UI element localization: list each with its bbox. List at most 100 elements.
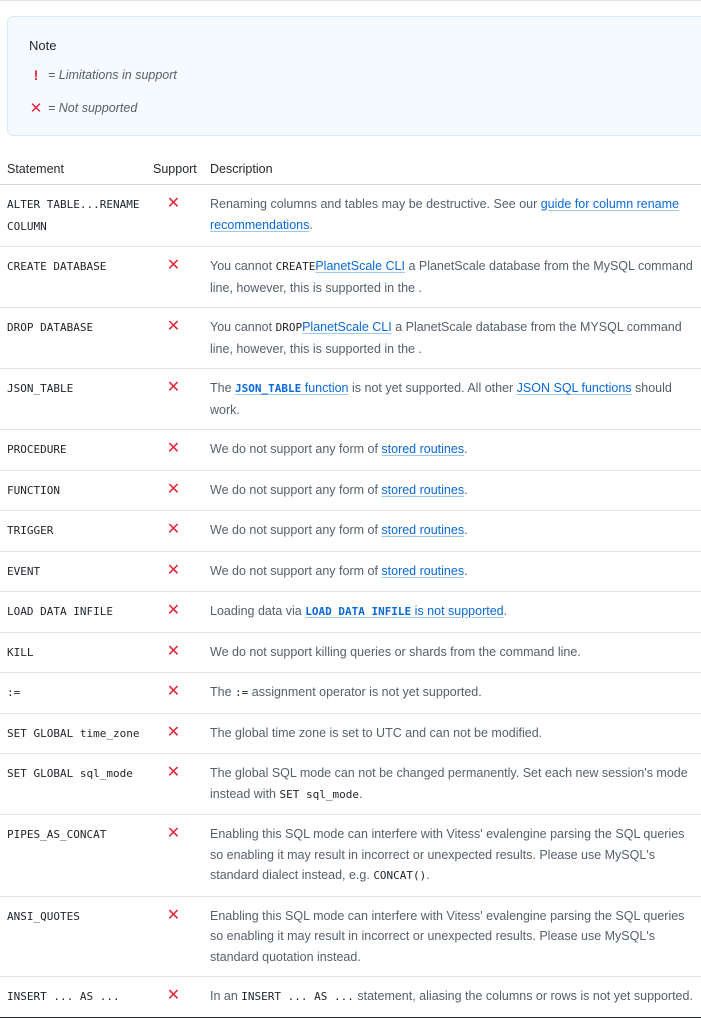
header-support: Support [146,155,207,185]
legend-limitations-text: = Limitations in support [48,68,177,82]
support-cell: ✕ [146,368,207,430]
statement-cell: SET GLOBAL sql_mode [0,753,146,815]
statement-cell: PROCEDURE [0,429,146,471]
description-cell: We do not support any form of stored rou… [207,510,701,552]
unsupported-statements-table: Statement Support Description ALTER TABL… [0,155,701,1018]
not-supported-icon: ✕ [166,257,181,274]
table-row: := ✕ The := assignment operator is not yet… [0,672,701,714]
support-cell: ✕ [146,632,207,673]
table-row: TRIGGER ✕ We do not support any form of st… [0,510,701,552]
support-cell: ✕ [146,713,207,754]
description-cell: Loading data via LOAD DATA INFILE is not… [207,591,701,633]
table-row: ANSI_QUOTES ✕ Enabling this SQL mode can i… [0,896,701,977]
cross-icon: ✕ [29,100,43,117]
not-supported-icon: ✕ [166,642,181,660]
statement-cell: TRIGGER [0,510,146,552]
support-cell: ✕ [146,470,207,511]
support-cell: ✕ [146,591,207,633]
table-row: KILL ✕ We do not support killing queries o… [0,632,701,673]
statement-cell: JSON_TABLE [0,368,146,430]
description-link[interactable]: stored routines [381,523,464,537]
description-cell: In an INSERT ... AS ... statement, alias… [207,976,701,1018]
inline-code: CREATE [275,260,316,273]
not-supported-icon: ✕ [166,602,181,619]
inline-code: JSON_TABLE [235,382,302,395]
exclamation-icon: ! [33,67,39,83]
statement-cell: FUNCTION [0,470,146,511]
statement-cell: PIPES_AS_CONCAT [0,814,146,897]
table-row: SET GLOBAL time_zone ✕ The global time zon… [0,713,701,754]
table-row: INSERT ... AS ... ✕ In an INSERT ... AS ..… [0,976,701,1018]
statement-cell: KILL [0,632,146,673]
support-cell: ✕ [146,896,207,977]
description-cell: We do not support killing queries or sha… [207,632,701,673]
not-supported-icon: ✕ [166,987,181,1004]
not-supported-icon: ✕ [166,440,181,457]
description-link[interactable]: JSON_TABLE function [235,381,349,395]
description-link[interactable]: PlanetScale CLI [315,259,405,273]
support-cell: ✕ [146,976,207,1018]
description-link[interactable]: guide for column rename recommendations [210,197,679,232]
description-link[interactable]: stored routines [381,564,464,578]
table-row: EVENT ✕ We do not support any form of stor… [0,551,701,592]
support-cell: ✕ [146,672,207,714]
description-link[interactable]: JSON SQL functions [517,381,632,395]
table-row: DROP DATABASE ✕ You cannot DROPPlanetScale… [0,307,701,369]
inline-code: DROP [275,321,303,334]
statement-cell: CREATE DATABASE [0,246,146,308]
description-cell: We do not support any form of stored rou… [207,429,701,471]
statement-cell: ANSI_QUOTES [0,896,146,977]
inline-code: CONCAT() [373,869,427,882]
not-supported-icon: ✕ [166,723,181,741]
description-link[interactable]: PlanetScale CLI [302,320,392,334]
statement-cell: INSERT ... AS ... [0,976,146,1018]
table-row: CREATE DATABASE ✕ You cannot CREATEPlanetS… [0,246,701,308]
description-cell: You cannot DROPPlanetScale CLI a PlanetS… [207,307,701,369]
not-supported-icon: ✕ [166,561,181,579]
not-supported-icon: ✕ [166,195,181,212]
description-cell: We do not support any form of stored rou… [207,470,701,511]
inline-code: LOAD DATA INFILE [305,605,412,618]
inline-code: := [235,686,249,699]
inline-code: INSERT ... AS ... [241,990,354,1003]
statement-cell: := [0,672,146,714]
statement-cell: DROP DATABASE [0,307,146,369]
support-cell: ✕ [146,551,207,592]
table-row: FUNCTION ✕ We do not support any form of s… [0,470,701,511]
not-supported-icon: ✕ [166,521,181,538]
description-cell: You cannot CREATEPlanetScale CLI a Plane… [207,246,701,308]
legend-limitations: ! = Limitations in support [29,67,177,83]
support-cell: ✕ [146,307,207,369]
not-supported-icon: ✕ [166,318,181,335]
support-cell: ✕ [146,510,207,552]
not-supported-icon: ✕ [166,379,181,396]
note-callout: Note ! = Limitations in support ✕ = Not … [7,16,701,136]
statement-cell: SET GLOBAL time_zone [0,713,146,754]
description-cell: We do not support any form of stored rou… [207,551,701,592]
table-row: PIPES_AS_CONCAT ✕ Enabling this SQL mode c… [0,814,701,897]
description-cell: Enabling this SQL mode can interfere wit… [207,896,701,977]
support-cell: ✕ [146,814,207,897]
support-cell: ✕ [146,184,207,247]
statement-cell: ALTER TABLE...RENAME COLUMN [0,184,146,247]
not-supported-icon: ✕ [166,764,181,781]
description-link[interactable]: stored routines [381,483,464,497]
legend-not-supported-text: = Not supported [48,101,138,115]
description-cell: The := assignment operator is not yet su… [207,672,701,714]
description-link[interactable]: stored routines [381,442,464,456]
note-title: Note [29,38,57,53]
description-cell: Enabling this SQL mode can interfere wit… [207,814,701,897]
table-row: SET GLOBAL sql_mode ✕ The global SQL mode … [0,753,701,815]
not-supported-icon: ✕ [166,480,181,498]
legend-not-supported: ✕ = Not supported [29,99,138,117]
support-cell: ✕ [146,429,207,471]
not-supported-icon: ✕ [166,683,181,700]
support-cell: ✕ [146,246,207,308]
description-cell: The JSON_TABLE function is not yet suppo… [207,368,701,430]
statement-cell: LOAD DATA INFILE [0,591,146,633]
header-description: Description [207,155,701,185]
table-header-row: Statement Support Description [0,155,701,185]
support-cell: ✕ [146,753,207,815]
description-link[interactable]: LOAD DATA INFILE is not supported [305,604,503,618]
description-cell: The global time zone is set to UTC and c… [207,713,701,754]
